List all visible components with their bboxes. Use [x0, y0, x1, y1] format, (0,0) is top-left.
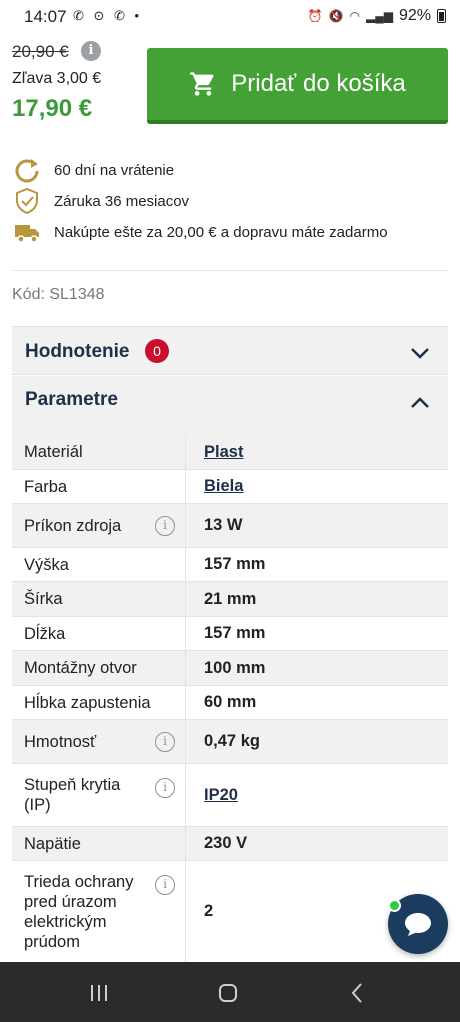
status-bar: 14:07 ✆ ⊙ ✆ • ⏰ 🔇 ◠ ▂▄▆ 92%: [0, 0, 460, 32]
table-row: Výška 157 mm: [12, 548, 448, 582]
table-row: Montážny otvor 100 mm: [12, 651, 448, 686]
benefit-returns-text: 60 dní na vrátenie: [54, 161, 175, 179]
table-row: Stupeň krytia (IP) i IP20: [12, 764, 448, 827]
reviews-title: Hodnotenie: [25, 341, 130, 362]
param-value-link[interactable]: IP20: [186, 764, 448, 826]
table-row: Hmotnosť i 0,47 kg: [12, 720, 448, 764]
shield-check-icon: [12, 186, 42, 216]
param-key: Príkon zdroja i: [12, 504, 186, 547]
param-key: Materiál: [12, 435, 186, 469]
home-button[interactable]: [213, 980, 243, 1006]
recent-apps-button[interactable]: [84, 980, 114, 1006]
param-value: 157 mm: [204, 624, 266, 642]
chat-bubble-icon: [405, 913, 431, 936]
parameters-accordion[interactable]: Parametre: [12, 376, 448, 435]
param-key-text: Trieda ochrany pred úrazom elektrickým p…: [24, 872, 134, 951]
divider: [12, 270, 448, 271]
current-price: 17,90 €: [12, 95, 93, 122]
benefit-returns: 60 dní na vrátenie: [12, 155, 174, 185]
old-price: 20,90 €: [12, 42, 69, 61]
param-value: 157 mm: [204, 555, 266, 573]
chevron-up-icon: [411, 397, 429, 408]
table-row: Napätie 230 V: [12, 827, 448, 861]
info-icon[interactable]: i: [155, 875, 175, 895]
chevron-down-icon: [411, 348, 429, 359]
table-row: Príkon zdroja i 13 W: [12, 504, 448, 548]
param-value: 60 mm: [204, 693, 257, 711]
param-key: Farba: [12, 470, 186, 503]
param-key: Hmotnosť i: [12, 720, 186, 763]
wifi-icon: ◠: [349, 9, 360, 23]
return-arrow-icon: [12, 155, 42, 185]
battery-icon: [437, 9, 446, 23]
param-value-link[interactable]: Plast: [186, 435, 448, 469]
home-icon: [219, 984, 237, 1002]
benefit-shipping: Nakúpte ešte za 20,00 € a dopravu máte z…: [12, 217, 388, 247]
param-key: Trieda ochrany pred úrazom elektrickým p…: [12, 861, 186, 962]
table-row: Šírka 21 mm: [12, 582, 448, 617]
cart-icon: [190, 72, 214, 96]
add-to-cart-label: Pridať do košíka: [231, 70, 406, 97]
param-key-text: Stupeň krytia (IP): [24, 776, 121, 814]
info-icon[interactable]: i: [155, 778, 175, 798]
param-value: 0,47 kg: [204, 732, 260, 750]
benefit-shipping-text: Nakúpte ešte za 20,00 € a dopravu máte z…: [54, 223, 388, 241]
table-row: Trieda ochrany pred úrazom elektrickým p…: [12, 861, 448, 963]
param-value: 230 V: [204, 834, 248, 852]
system-nav-bar: [0, 962, 460, 1022]
alarm-icon: ⏰: [307, 9, 323, 23]
notification-icons: ✆ ⊙ ✆ •: [73, 8, 143, 23]
product-code: Kód: SL1348: [12, 286, 105, 303]
param-key-text: Príkon zdroja: [24, 516, 122, 535]
param-key: Napätie: [12, 827, 186, 860]
recent-apps-icon: [91, 985, 107, 1001]
reviews-count-badge: 0: [145, 339, 169, 363]
info-icon[interactable]: i: [155, 731, 175, 752]
truck-icon: [12, 217, 42, 247]
param-key: Stupeň krytia (IP) i: [12, 764, 186, 826]
param-key: Hĺbka zapustenia: [12, 686, 186, 719]
parameters-title: Parametre: [25, 389, 118, 410]
mute-icon: 🔇: [328, 9, 344, 23]
online-status-dot: [388, 899, 401, 912]
parameters-table: Materiál Plast Farba Biela Príkon zdroja…: [12, 435, 448, 963]
benefit-warranty-text: Záruka 36 mesiacov: [54, 192, 190, 210]
signal-icon: ▂▄▆: [366, 9, 393, 23]
table-row: Materiál Plast: [12, 435, 448, 470]
table-row: Dĺžka 157 mm: [12, 617, 448, 651]
back-icon: [351, 983, 362, 1003]
table-row: Hĺbka zapustenia 60 mm: [12, 686, 448, 720]
param-value: 13 W: [204, 516, 243, 534]
status-right: ⏰ 🔇 ◠ ▂▄▆ 92%: [308, 7, 446, 25]
add-to-cart-button[interactable]: Pridať do košíka: [147, 48, 448, 124]
table-row: Farba Biela: [12, 470, 448, 504]
reviews-accordion[interactable]: Hodnotenie 0: [12, 326, 448, 375]
price-info-icon[interactable]: i: [81, 41, 101, 61]
info-icon[interactable]: i: [155, 515, 175, 536]
status-time: 14:07: [24, 7, 67, 26]
battery-percent: 92%: [398, 7, 431, 24]
param-value: 100 mm: [204, 658, 266, 677]
param-key: Šírka: [12, 582, 186, 616]
param-value: 21 mm: [204, 589, 257, 608]
param-key-text: Hmotnosť: [24, 732, 97, 751]
param-key: Dĺžka: [12, 617, 186, 650]
discount-label: Zľava 3,00 €: [12, 70, 102, 87]
param-key: Výška: [12, 548, 186, 581]
param-key: Montážny otvor: [12, 651, 186, 685]
param-value-link[interactable]: Biela: [186, 470, 448, 503]
benefit-warranty: Záruka 36 mesiacov: [12, 186, 189, 216]
back-button[interactable]: [342, 980, 372, 1006]
